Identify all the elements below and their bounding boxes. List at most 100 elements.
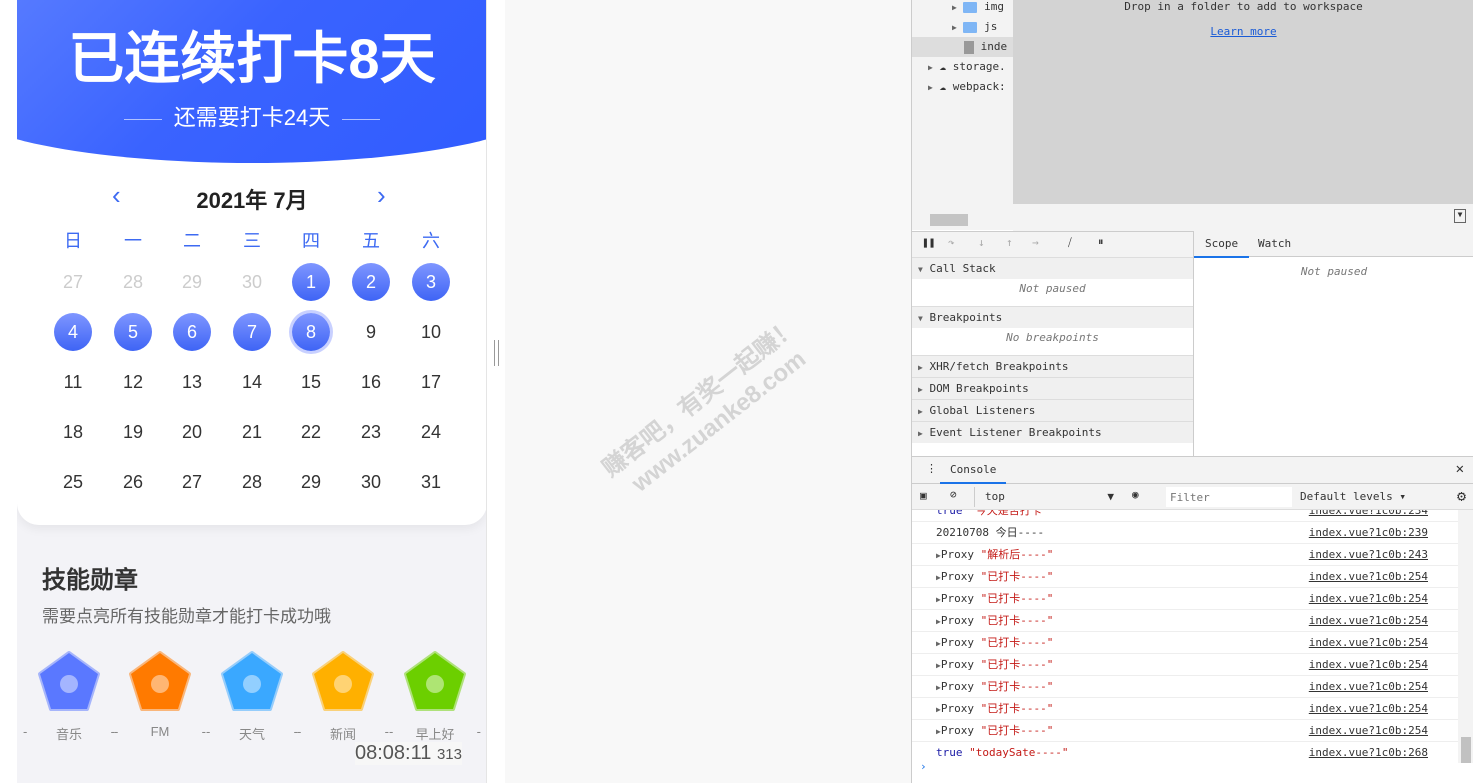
source-link[interactable]: index.vue?1c0b:234 xyxy=(1309,510,1428,522)
calendar-day[interactable]: 28 xyxy=(233,463,271,501)
log-row[interactable]: true "todaySate----" index.vue?1c0b:268 xyxy=(912,742,1458,760)
calendar-day[interactable]: 11 xyxy=(54,363,92,401)
log-row[interactable]: 20210708 今日---- index.vue?1c0b:239 xyxy=(912,522,1458,544)
step-out-icon[interactable]: ↑ xyxy=(1006,236,1013,249)
source-link[interactable]: index.vue?1c0b:254 xyxy=(1309,566,1428,588)
source-link[interactable]: index.vue?1c0b:254 xyxy=(1309,676,1428,698)
source-link[interactable]: index.vue?1c0b:239 xyxy=(1309,522,1428,544)
calendar-day[interactable]: 4 xyxy=(54,313,92,351)
calendar-day[interactable]: 20 xyxy=(173,413,211,451)
step-over-icon[interactable]: ↷ xyxy=(948,236,955,249)
calendar-day[interactable]: 27 xyxy=(173,463,211,501)
close-icon[interactable]: ✕ xyxy=(1456,461,1464,477)
badge-0[interactable] xyxy=(37,650,101,714)
calendar-day[interactable]: 26 xyxy=(114,463,152,501)
calendar-day[interactable]: 30 xyxy=(352,463,390,501)
tab-console[interactable]: Console xyxy=(940,457,1007,484)
log-row[interactable]: ▶Proxy "已打卡----" index.vue?1c0b:254 xyxy=(912,698,1458,720)
calendar-day[interactable]: 6 xyxy=(173,313,211,351)
source-link[interactable]: index.vue?1c0b:243 xyxy=(1309,544,1428,566)
source-link[interactable]: index.vue?1c0b:254 xyxy=(1309,720,1428,742)
step-icon[interactable]: → xyxy=(1032,236,1039,249)
calendar-day[interactable]: 24 xyxy=(412,413,450,451)
badge-1[interactable] xyxy=(128,650,192,714)
tree-item[interactable]: ▶ ☁ storage. xyxy=(912,57,1013,77)
calendar-day[interactable]: 31 xyxy=(412,463,450,501)
calendar-day[interactable]: 29 xyxy=(173,263,211,301)
context-select[interactable]: top ▼ xyxy=(974,487,1114,507)
log-row[interactable]: ▶Proxy "已打卡----" index.vue?1c0b:254 xyxy=(912,676,1458,698)
source-link[interactable]: index.vue?1c0b:254 xyxy=(1309,654,1428,676)
calendar-day[interactable]: 7 xyxy=(233,313,271,351)
log-row[interactable]: ▶Proxy "已打卡----" index.vue?1c0b:254 xyxy=(912,588,1458,610)
log-row[interactable]: ▶Proxy "已打卡----" index.vue?1c0b:254 xyxy=(912,632,1458,654)
settings-gear-icon[interactable]: ⚙ xyxy=(1457,487,1466,505)
log-levels-select[interactable]: Default levels ▾ xyxy=(1300,490,1406,503)
badge-3[interactable] xyxy=(311,650,375,714)
step-into-icon[interactable]: ↓ xyxy=(978,236,985,249)
more-menu-icon[interactable]: ⋮ xyxy=(926,462,937,475)
calendar-day[interactable]: 27 xyxy=(54,263,92,301)
calendar-day[interactable]: 3 xyxy=(412,263,450,301)
badge-2[interactable] xyxy=(220,650,284,714)
source-link[interactable]: index.vue?1c0b:254 xyxy=(1309,698,1428,720)
resize-handle[interactable] xyxy=(494,340,499,366)
calendar-day[interactable]: 15 xyxy=(292,363,330,401)
calendar-day[interactable]: 14 xyxy=(233,363,271,401)
clear-console-icon[interactable]: ⊘ xyxy=(950,488,957,501)
calendar-day[interactable]: 25 xyxy=(54,463,92,501)
calendar-day[interactable]: 29 xyxy=(292,463,330,501)
next-month-button[interactable]: › xyxy=(377,180,386,211)
calendar-day[interactable]: 12 xyxy=(114,363,152,401)
deactivate-breakpoints-icon[interactable]: ⧸ xyxy=(1068,236,1072,250)
calendar-day[interactable]: 18 xyxy=(54,413,92,451)
section-header[interactable]: ▼ Call Stack xyxy=(912,257,1193,279)
source-link[interactable]: index.vue?1c0b:254 xyxy=(1309,610,1428,632)
calendar-day[interactable]: 21 xyxy=(233,413,271,451)
section-header[interactable]: ▶ Event Listener Breakpoints xyxy=(912,421,1193,443)
sidebar-toggle-icon[interactable]: ▣ xyxy=(920,489,927,502)
log-row[interactable]: ▶Proxy "已打卡----" index.vue?1c0b:254 xyxy=(912,610,1458,632)
console-prompt[interactable]: › xyxy=(920,760,927,773)
calendar-day[interactable]: 8 xyxy=(292,313,330,351)
calendar-day[interactable]: 30 xyxy=(233,263,271,301)
calendar-day[interactable]: 16 xyxy=(352,363,390,401)
calendar-day[interactable]: 19 xyxy=(114,413,152,451)
section-header[interactable]: ▶ DOM Breakpoints xyxy=(912,377,1193,399)
log-row[interactable]: ▶Proxy "已打卡----" index.vue?1c0b:254 xyxy=(912,566,1458,588)
calendar-day[interactable]: 23 xyxy=(352,413,390,451)
calendar-day[interactable]: 22 xyxy=(292,413,330,451)
log-row[interactable]: true "今天是否打卡" index.vue?1c0b:234 xyxy=(912,510,1458,522)
learn-more-link[interactable]: Learn more xyxy=(1210,25,1276,38)
calendar-day[interactable]: 10 xyxy=(412,313,450,351)
log-row[interactable]: ▶Proxy "解析后----" index.vue?1c0b:243 xyxy=(912,544,1458,566)
calendar-day[interactable]: 1 xyxy=(292,263,330,301)
toggle-drawer-icon[interactable]: ▼ xyxy=(1454,209,1466,223)
calendar-day[interactable]: 28 xyxy=(114,263,152,301)
console-scrollbar[interactable] xyxy=(1458,510,1473,763)
horizontal-scrollbar[interactable] xyxy=(930,214,968,226)
source-link[interactable]: index.vue?1c0b:268 xyxy=(1309,742,1428,760)
section-header[interactable]: ▶ Global Listeners xyxy=(912,399,1193,421)
source-link[interactable]: index.vue?1c0b:254 xyxy=(1309,632,1428,654)
tree-item[interactable]: inde xyxy=(912,37,1013,57)
section-header[interactable]: ▶ XHR/fetch Breakpoints xyxy=(912,355,1193,377)
calendar-day[interactable]: 13 xyxy=(173,363,211,401)
tab-watch[interactable]: Watch xyxy=(1258,231,1291,256)
pause-on-exceptions-icon[interactable]: ⏸ xyxy=(1098,235,1104,249)
calendar-day[interactable]: 9 xyxy=(352,313,390,351)
tree-item[interactable]: ▶ js xyxy=(912,17,1013,37)
filter-input[interactable] xyxy=(1166,487,1292,507)
source-link[interactable]: index.vue?1c0b:254 xyxy=(1309,588,1428,610)
calendar-day[interactable]: 17 xyxy=(412,363,450,401)
tree-item[interactable]: ▶ ☁ webpack: xyxy=(912,77,1013,97)
section-header[interactable]: ▼ Breakpoints xyxy=(912,306,1193,328)
pause-icon[interactable]: ❚❚ xyxy=(922,236,935,249)
tab-scope[interactable]: Scope xyxy=(1194,231,1250,258)
calendar-day[interactable]: 5 xyxy=(114,313,152,351)
log-row[interactable]: ▶Proxy "已打卡----" index.vue?1c0b:254 xyxy=(912,654,1458,676)
calendar-day[interactable]: 2 xyxy=(352,263,390,301)
eye-icon[interactable]: ◉ xyxy=(1132,488,1139,501)
badge-4[interactable] xyxy=(403,650,467,714)
tree-item[interactable]: ▶ img xyxy=(912,0,1013,17)
